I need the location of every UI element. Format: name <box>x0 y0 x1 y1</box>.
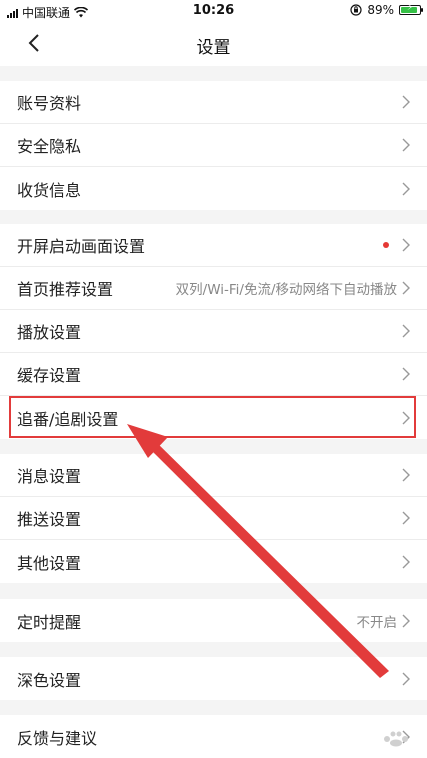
settings-item-label: 其他设置 <box>17 553 82 573</box>
settings-item-follow-series[interactable]: 追番/追剧设置 <box>0 396 427 439</box>
settings-item-timed-reminder[interactable]: 定时提醒 不开启 <box>0 599 427 642</box>
settings-item-label: 首页推荐设置 <box>17 280 114 299</box>
settings-item-shipping-info[interactable]: 收货信息 <box>0 167 427 210</box>
new-badge-dot <box>383 242 389 248</box>
chevron-right-icon <box>402 182 410 195</box>
settings-section-feedback: 反馈与建议 <box>0 715 427 758</box>
settings-item-value: 双列/Wi-Fi/免流/移动网络下自动播放 <box>175 282 397 298</box>
settings-item-account-profile[interactable]: 账号资料 <box>0 81 427 124</box>
settings-item-dark-mode[interactable]: 深色设置 <box>0 657 427 700</box>
status-right: 89% ⚡ <box>350 3 423 17</box>
settings-section-dark-mode: 深色设置 <box>0 657 427 700</box>
chevron-right-icon <box>402 555 410 568</box>
chevron-right-icon <box>402 468 410 482</box>
settings-item-label: 消息设置 <box>17 467 82 486</box>
settings-item-label: 收货信息 <box>17 180 82 200</box>
chevron-right-icon <box>402 511 410 525</box>
chevron-right-icon <box>402 138 410 152</box>
status-bar: 中国联通 10:26 89% ⚡ <box>0 0 427 22</box>
chevron-right-icon <box>402 238 410 252</box>
nav-bar: 设置 <box>0 22 427 66</box>
settings-item-feedback[interactable]: 反馈与建议 <box>0 715 427 758</box>
settings-item-push[interactable]: 推送设置 <box>0 497 427 540</box>
chevron-right-icon <box>402 614 410 627</box>
settings-section-playback: 开屏启动画面设置 首页推荐设置 双列/Wi-Fi/免流/移动网络下自动播放 播放… <box>0 224 427 439</box>
settings-item-value: 不开启 <box>356 614 398 631</box>
settings-item-label: 定时提醒 <box>17 612 82 632</box>
page-title: 设置 <box>196 38 231 58</box>
settings-item-label: 开屏启动画面设置 <box>17 237 146 256</box>
settings-item-security-privacy[interactable]: 安全隐私 <box>0 124 427 167</box>
settings-item-label: 安全隐私 <box>17 137 82 156</box>
settings-item-label: 缓存设置 <box>17 366 82 385</box>
settings-item-label: 追番/追剧设置 <box>17 409 119 429</box>
settings-item-label: 推送设置 <box>17 510 82 529</box>
watermark-logo <box>379 729 419 751</box>
battery-percent: 89% <box>367 3 394 17</box>
chevron-right-icon <box>402 411 410 424</box>
chevron-right-icon <box>402 95 410 109</box>
battery-icon: ⚡ <box>399 3 423 15</box>
paw-icon <box>384 731 408 747</box>
chevron-right-icon <box>402 324 410 338</box>
settings-item-playback[interactable]: 播放设置 <box>0 310 427 353</box>
settings-item-label: 账号资料 <box>17 94 82 113</box>
settings-item-label: 反馈与建议 <box>17 728 98 748</box>
chevron-right-icon <box>402 367 410 381</box>
settings-section-account: 账号资料 安全隐私 收货信息 <box>0 81 427 210</box>
settings-item-home-recommend[interactable]: 首页推荐设置 双列/Wi-Fi/免流/移动网络下自动播放 <box>0 267 427 310</box>
chevron-right-icon <box>402 672 410 685</box>
settings-item-label: 深色设置 <box>17 670 82 690</box>
settings-item-splash-screen[interactable]: 开屏启动画面设置 <box>0 224 427 267</box>
settings-item-label: 播放设置 <box>17 323 82 342</box>
settings-section-notifications: 消息设置 推送设置 其他设置 <box>0 454 427 583</box>
orientation-lock-icon <box>350 4 362 16</box>
charging-bolt-icon: ⚡ <box>406 3 414 13</box>
settings-section-reminder: 定时提醒 不开启 <box>0 599 427 642</box>
chevron-right-icon <box>402 281 410 295</box>
settings-item-other[interactable]: 其他设置 <box>0 540 427 583</box>
settings-item-messages[interactable]: 消息设置 <box>0 454 427 497</box>
settings-item-cache[interactable]: 缓存设置 <box>0 353 427 396</box>
